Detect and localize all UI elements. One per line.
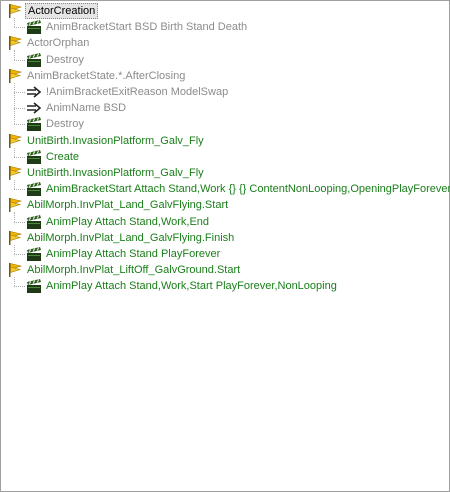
tree-action-node[interactable]: AnimPlay Attach Stand PlayForever <box>1 246 449 262</box>
event-flag-icon <box>7 165 23 181</box>
event-label: AbilMorph.InvPlat_LiftOff_GalvGround.Sta… <box>27 264 241 277</box>
tree-event-node[interactable]: UnitBirth.InvasionPlatform_Galv_Fly <box>1 133 449 149</box>
event-flag-icon <box>7 133 23 149</box>
tree-connector-line <box>14 92 15 109</box>
action-clapperboard-icon <box>26 19 42 35</box>
event-label: ActorCreation <box>25 3 99 19</box>
tree-action-node[interactable]: Destroy <box>1 52 449 68</box>
action-clapperboard-icon <box>26 149 42 165</box>
tree-connector-line <box>14 59 25 61</box>
action-label: AnimPlay Attach Stand PlayForever <box>46 248 221 260</box>
event-flag-icon <box>7 230 23 246</box>
tree-event-node[interactable]: AbilMorph.InvPlat_LiftOff_GalvGround.Sta… <box>1 262 449 278</box>
action-label: Create <box>46 150 80 163</box>
event-label: UnitBirth.InvasionPlatform_Galv_Fly <box>27 167 204 179</box>
event-flag-icon <box>7 262 23 278</box>
event-label: AbilMorph.InvPlat_Land_GalvFlying.Start <box>27 199 229 212</box>
event-label: AbilMorph.InvPlat_Land_GalvFlying.Finish <box>27 231 235 244</box>
tree-connector-line <box>14 180 15 190</box>
event-flag-icon <box>7 68 23 84</box>
tree-connector-line <box>14 108 25 110</box>
tree-event-node[interactable]: AnimBracketState.*.AfterClosing <box>1 68 449 84</box>
action-clapperboard-icon <box>26 278 42 294</box>
tree-term-node[interactable]: AnimName BSD <box>1 100 449 116</box>
tree-action-node[interactable]: AnimBracketStart BSD Birth Stand Death <box>1 19 449 35</box>
tree-action-node[interactable]: AnimBracketStart Attach Stand,Work {} {}… <box>1 181 450 197</box>
event-label: AnimBracketState.*.AfterClosing <box>27 69 186 82</box>
event-label: ActorOrphan <box>27 37 90 50</box>
tree-connector-line <box>14 277 15 287</box>
action-label: Destroy <box>46 53 84 66</box>
term-arrow-icon <box>26 100 42 116</box>
tree-term-node[interactable]: !AnimBracketExitReason ModelSwap <box>1 84 449 100</box>
event-tree-panel: ActorCreation AnimBracketStart BSD Birth … <box>0 0 450 492</box>
tree-connector-line <box>14 50 15 60</box>
tree-connector-line <box>14 254 25 255</box>
tree-connector-line <box>14 92 25 93</box>
action-label: AnimPlay Attach Stand,Work,Start PlayFor… <box>46 280 337 293</box>
action-clapperboard-icon <box>26 116 42 132</box>
tree-event-node[interactable]: UnitBirth.InvasionPlatform_Galv_Fly <box>1 165 449 181</box>
term-arrow-icon <box>26 84 42 100</box>
tree-action-node[interactable]: Destroy <box>1 116 449 132</box>
term-label: !AnimBracketExitReason ModelSwap <box>46 86 229 98</box>
tree-connector-line <box>14 286 25 288</box>
action-clapperboard-icon <box>26 52 42 68</box>
event-flag-icon <box>7 197 23 213</box>
action-label: AnimBracketStart Attach Stand,Work {} {}… <box>46 183 450 196</box>
event-flag-icon <box>7 3 23 19</box>
tree-action-node[interactable]: AnimPlay Attach Stand,Work,End <box>1 214 449 230</box>
tree-connector-line <box>14 27 25 29</box>
event-flag-icon <box>7 35 23 51</box>
event-label: UnitBirth.InvasionPlatform_Galv_Fly <box>27 134 204 147</box>
tree-connector-line <box>14 108 15 125</box>
tree-connector-line <box>14 18 15 28</box>
tree-event-node[interactable]: ActorOrphan <box>1 35 449 51</box>
term-label: AnimName BSD <box>46 102 127 115</box>
action-clapperboard-icon <box>26 181 42 197</box>
tree-connector-line <box>14 82 15 92</box>
tree-event-node[interactable]: AbilMorph.InvPlat_Land_GalvFlying.Start <box>1 197 449 213</box>
action-label: AnimBracketStart BSD Birth Stand Death <box>46 21 248 34</box>
action-clapperboard-icon <box>26 246 42 262</box>
action-clapperboard-icon <box>26 214 42 230</box>
tree-connector-line <box>14 124 25 126</box>
tree-action-node[interactable]: AnimPlay Attach Stand,Work,Start PlayFor… <box>1 278 449 294</box>
action-label: AnimPlay Attach Stand,Work,End <box>46 215 210 228</box>
tree-connector-line <box>14 244 15 254</box>
tree-connector-line <box>14 147 15 157</box>
action-label: Destroy <box>46 118 84 131</box>
tree-connector-line <box>14 221 25 223</box>
tree-event-node[interactable]: ActorCreation <box>1 3 449 19</box>
tree-action-node[interactable]: Create <box>1 149 449 165</box>
tree-connector-line <box>14 156 25 158</box>
tree-event-node[interactable]: AbilMorph.InvPlat_Land_GalvFlying.Finish <box>1 230 449 246</box>
tree-connector-line <box>14 212 15 222</box>
tree-connector-line <box>14 189 25 191</box>
